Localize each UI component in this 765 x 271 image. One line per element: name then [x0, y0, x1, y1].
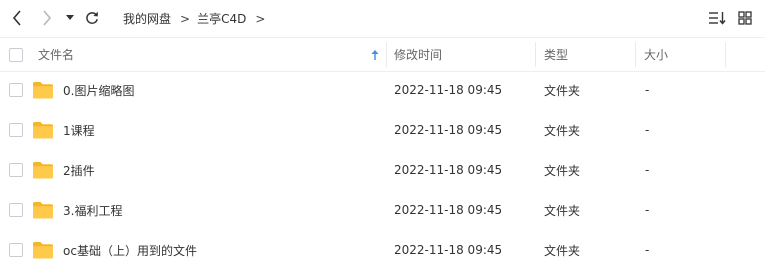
file-modified: 2022-11-18 09:45 [394, 123, 503, 137]
breadcrumb-item-current[interactable]: 兰亭C4D [197, 10, 246, 27]
column-header-size-label: 大小 [644, 48, 669, 62]
file-name[interactable]: 2插件 [63, 150, 95, 190]
row-checkbox[interactable] [9, 123, 23, 137]
history-dropdown-button[interactable] [64, 5, 76, 31]
column-divider[interactable] [635, 42, 636, 67]
column-divider[interactable] [725, 42, 726, 67]
column-header-type[interactable]: 类型 [544, 38, 634, 71]
table-row[interactable]: 2插件 2022-11-18 09:45 文件夹 - [0, 150, 765, 190]
file-size: - [645, 243, 650, 257]
refresh-button[interactable] [82, 5, 102, 31]
file-name[interactable]: 3.福利工程 [63, 190, 122, 230]
column-header-name-label: 文件名 [38, 48, 75, 62]
file-size: - [645, 123, 650, 137]
table-row[interactable]: 3.福利工程 2022-11-18 09:45 文件夹 - [0, 190, 765, 230]
table-row[interactable]: oc基础（上）用到的文件 2022-11-18 09:45 文件夹 - [0, 230, 765, 270]
sort-icon [709, 12, 726, 25]
file-size: - [645, 83, 650, 97]
sort-ascending-arrow-icon[interactable] [368, 38, 382, 71]
folder-icon [33, 242, 53, 259]
grid-view-icon [738, 11, 752, 25]
file-modified: 2022-11-18 09:45 [394, 83, 503, 97]
column-header-name[interactable]: 文件名 [38, 38, 378, 71]
file-type: 文件夹 [544, 203, 581, 218]
table-row[interactable]: 1课程 2022-11-18 09:45 文件夹 - [0, 110, 765, 150]
table-header: 文件名 修改时间 类型 大小 [0, 37, 765, 72]
table-row[interactable]: 0.图片缩略图 2022-11-18 09:45 文件夹 - [0, 70, 765, 110]
column-divider[interactable] [386, 42, 387, 67]
breadcrumb-item-root[interactable]: 我的网盘 [123, 10, 171, 27]
chevron-right-icon [43, 10, 52, 26]
row-checkbox[interactable] [9, 243, 23, 257]
column-header-modified[interactable]: 修改时间 [394, 38, 534, 71]
toolbar: 我的网盘 > 兰亭C4D > [0, 0, 765, 38]
column-divider[interactable] [535, 42, 536, 67]
row-checkbox[interactable] [9, 203, 23, 217]
file-type: 文件夹 [544, 123, 581, 138]
column-header-modified-label: 修改时间 [394, 48, 443, 62]
folder-icon [33, 202, 53, 219]
breadcrumb-separator: > [255, 11, 266, 26]
sort-button[interactable] [706, 5, 728, 31]
grid-view-button[interactable] [734, 5, 756, 31]
file-size: - [645, 203, 650, 217]
file-type: 文件夹 [544, 163, 581, 178]
breadcrumb-separator: > [180, 11, 191, 26]
refresh-icon [86, 11, 98, 24]
row-checkbox[interactable] [9, 163, 23, 177]
file-size: - [645, 163, 650, 177]
folder-icon [33, 162, 53, 179]
file-modified: 2022-11-18 09:45 [394, 243, 503, 257]
file-modified: 2022-11-18 09:45 [394, 163, 503, 177]
chevron-left-icon [12, 10, 21, 26]
file-name[interactable]: 0.图片缩略图 [63, 70, 134, 110]
row-checkbox[interactable] [9, 83, 23, 97]
folder-icon [33, 82, 53, 99]
file-type: 文件夹 [544, 243, 581, 258]
select-all-checkbox[interactable] [9, 48, 23, 62]
back-button[interactable] [6, 5, 28, 31]
caret-down-icon [66, 15, 74, 20]
column-header-type-label: 类型 [544, 48, 569, 62]
file-name[interactable]: oc基础（上）用到的文件 [63, 230, 197, 270]
file-browser: 我的网盘 > 兰亭C4D > 文件名 修改时间 类型 大小 0.图片缩略图 20… [0, 0, 765, 271]
forward-button[interactable] [36, 5, 58, 31]
file-name[interactable]: 1课程 [63, 110, 95, 150]
breadcrumb: 我的网盘 > 兰亭C4D > [123, 10, 272, 27]
folder-icon [33, 122, 53, 139]
column-header-size[interactable]: 大小 [644, 38, 724, 71]
file-modified: 2022-11-18 09:45 [394, 203, 503, 217]
file-type: 文件夹 [544, 83, 581, 98]
